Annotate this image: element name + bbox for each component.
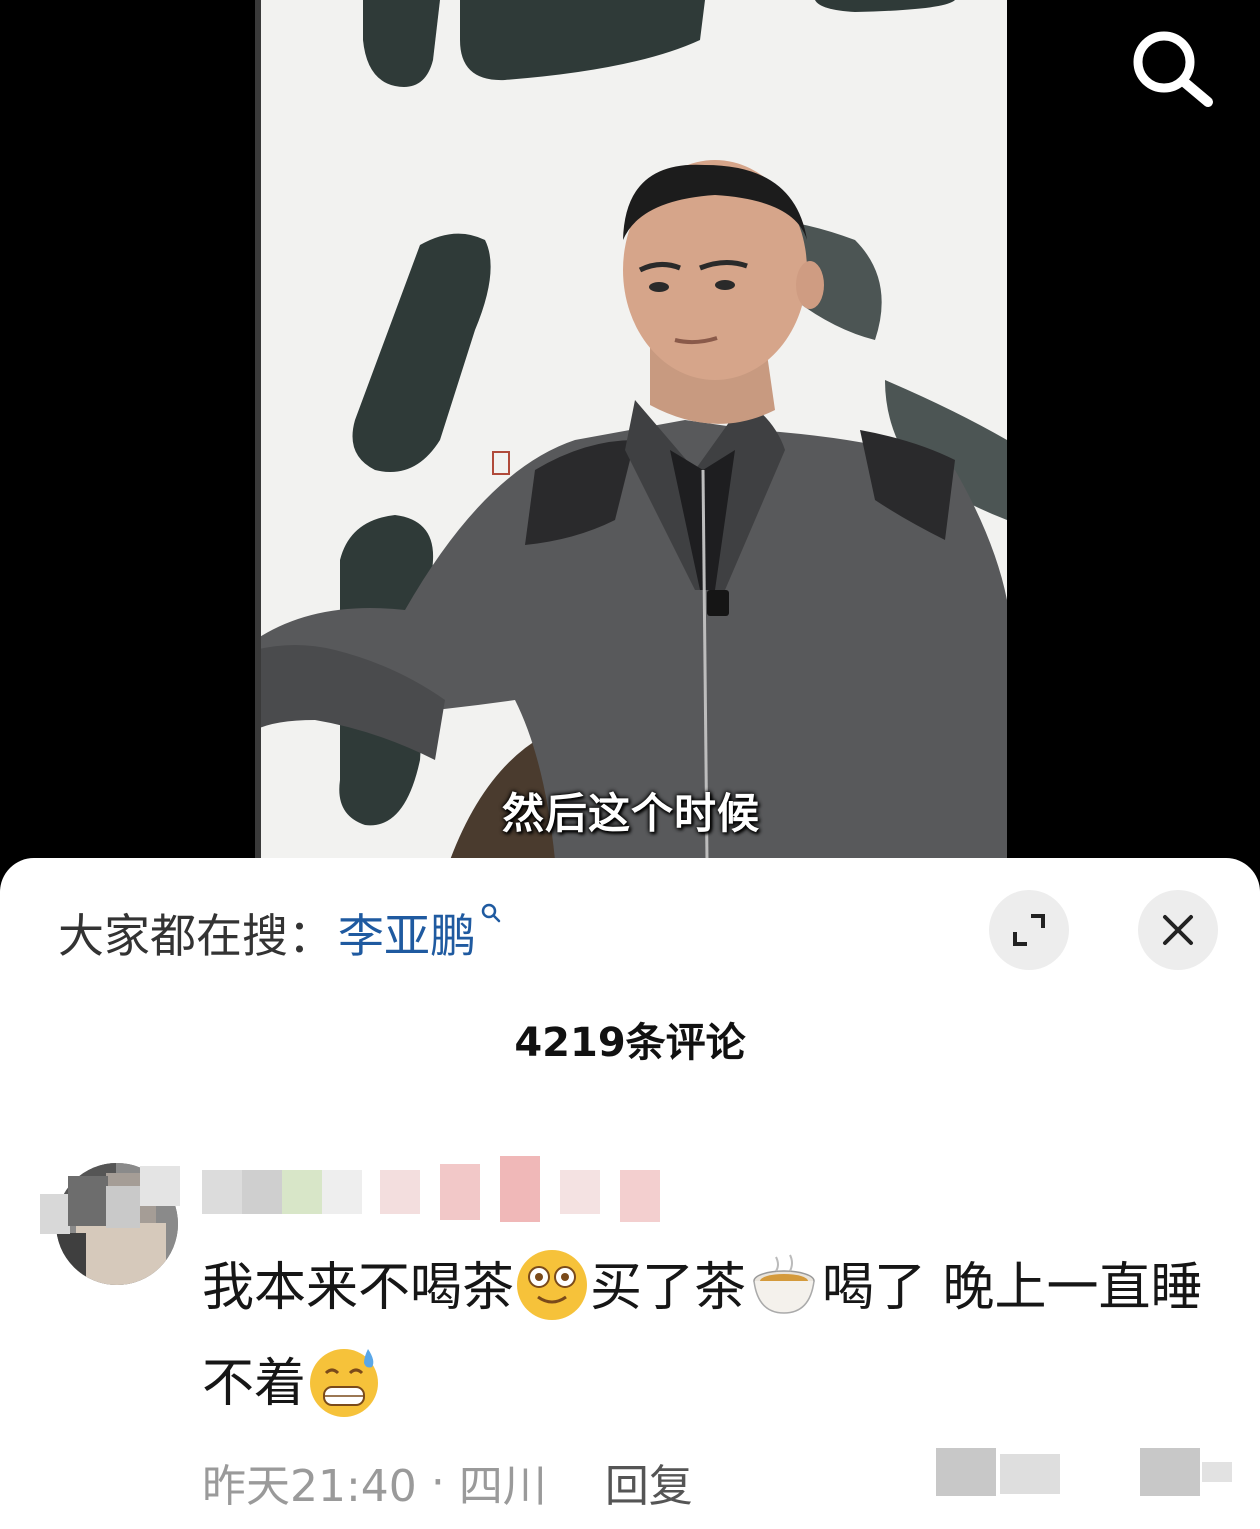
video-subtitle: 然后这个时候	[501, 789, 760, 838]
trending-keyword: 李亚鹏	[338, 909, 476, 963]
tea-cup-emoji-icon	[753, 1254, 815, 1314]
reply-button[interactable]: 回复	[605, 1450, 693, 1514]
search-button[interactable]	[1126, 26, 1218, 108]
comment-actions[interactable]	[930, 1438, 1240, 1508]
search-icon	[481, 903, 501, 923]
comment-location: 四川	[458, 1461, 547, 1512]
close-icon	[1163, 915, 1193, 945]
separator-dot: ·	[430, 1456, 445, 1508]
comment-sheet: 大家都在搜： 李亚鹏 4219条评论 我本来不喝茶 买了茶 喝了 晚上一直睡不着…	[0, 858, 1260, 1529]
trending-keyword-link[interactable]: 李亚鹏	[338, 900, 502, 966]
close-button[interactable]	[1138, 890, 1218, 970]
video-frame[interactable]: 然后这个时候	[255, 0, 1007, 860]
sweat-grin-emoji-icon	[310, 1349, 379, 1417]
comment-time: 昨天21:40	[202, 1461, 417, 1512]
username[interactable]	[40, 1156, 700, 1248]
expand-button[interactable]	[989, 890, 1069, 970]
video-image	[255, 0, 1007, 860]
dizzy-smile-emoji-icon	[517, 1250, 588, 1320]
video-player[interactable]: 然后这个时候	[0, 0, 1260, 880]
comment-segment: 我本来不喝茶	[202, 1258, 515, 1318]
expand-icon	[1013, 914, 1045, 946]
comment-segment: 买了茶	[590, 1258, 747, 1318]
trending-label: 大家都在搜：	[58, 909, 334, 963]
comment-text: 我本来不喝茶 买了茶 喝了 晚上一直睡不着	[202, 1240, 1212, 1432]
comment-count: 4219条评论	[514, 1020, 746, 1066]
search-icon	[1133, 31, 1213, 107]
trending-search: 大家都在搜： 李亚鹏	[58, 898, 502, 968]
comment-meta: 昨天21:40 · 四川 回复	[202, 1450, 693, 1514]
